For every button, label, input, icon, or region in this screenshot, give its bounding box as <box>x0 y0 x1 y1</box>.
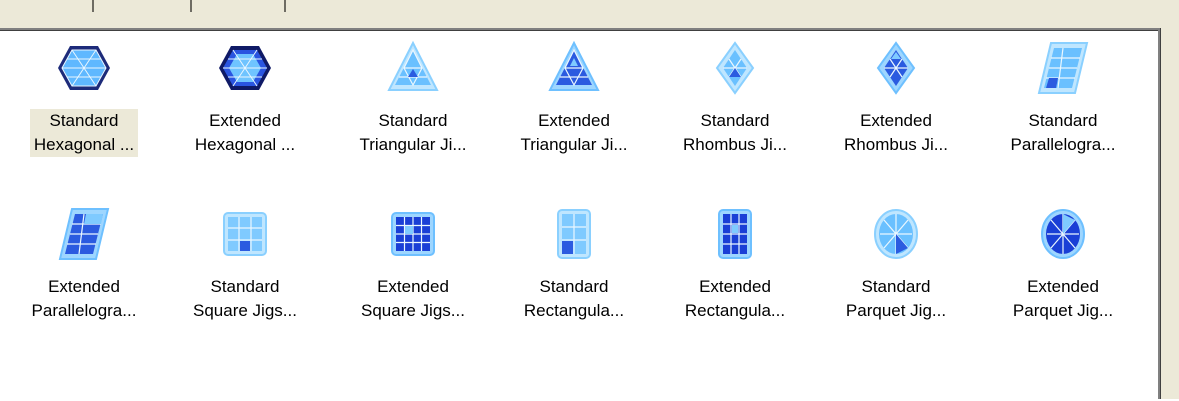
item-label: Standard Square Jigs... <box>193 277 297 320</box>
square-jigsaw-icon <box>217 206 273 262</box>
item-label: Standard Triangular Ji... <box>359 111 467 154</box>
item-label: Extended Square Jigs... <box>361 277 465 320</box>
hexagon-jigsaw-extended-icon <box>217 40 273 96</box>
jigsaw-type-list: Standard Hexagonal ... Extended Hexagonal … <box>0 40 1158 370</box>
item-label: Extended Parallelogra... <box>31 277 137 320</box>
item-label: Extended Parquet Jig... <box>1012 277 1114 320</box>
item-label: Standard Rectangula... <box>523 277 625 320</box>
item-label: Standard Rhombus Ji... <box>683 111 787 154</box>
triangle-jigsaw-extended-icon <box>546 40 602 96</box>
square-jigsaw-extended-icon <box>385 206 441 262</box>
list-item[interactable]: Standard Rectangula... <box>494 206 654 336</box>
list-item[interactable]: Extended Parquet Jig... <box>983 206 1143 336</box>
list-item[interactable]: Standard Square Jigs... <box>165 206 325 336</box>
tab-2[interactable] <box>190 0 192 12</box>
rhombus-jigsaw-extended-icon <box>868 40 924 96</box>
parquet-jigsaw-icon <box>868 206 924 262</box>
hexagon-jigsaw-icon <box>56 40 112 96</box>
tab-1[interactable] <box>92 0 94 12</box>
rhombus-jigsaw-icon <box>707 40 763 96</box>
item-label: Extended Rhombus Ji... <box>844 111 948 154</box>
list-item[interactable]: Extended Rectangula... <box>655 206 815 336</box>
item-label: Extended Triangular Ji... <box>520 111 628 154</box>
parquet-jigsaw-extended-icon <box>1035 206 1091 262</box>
item-label: Standard Parallelogra... <box>1010 111 1116 154</box>
list-item[interactable]: Standard Hexagonal ... <box>4 40 164 170</box>
panel-right-edge <box>1158 28 1179 399</box>
list-item[interactable]: Extended Square Jigs... <box>333 206 493 336</box>
list-item[interactable]: Extended Hexagonal ... <box>165 40 325 170</box>
item-label: Standard Parquet Jig... <box>845 277 947 320</box>
list-item[interactable]: Standard Triangular Ji... <box>333 40 493 170</box>
list-item[interactable]: Extended Rhombus Ji... <box>816 40 976 170</box>
item-label: Extended Hexagonal ... <box>194 111 296 154</box>
parallelogram-jigsaw-icon <box>1035 40 1091 96</box>
rectangle-jigsaw-extended-icon <box>707 206 763 262</box>
tab-strip <box>0 0 1179 28</box>
triangle-jigsaw-icon <box>385 40 441 96</box>
list-item[interactable]: Standard Parquet Jig... <box>816 206 976 336</box>
list-item[interactable]: Extended Parallelogra... <box>4 206 164 336</box>
parallelogram-jigsaw-extended-icon <box>56 206 112 262</box>
list-item[interactable]: Standard Parallelogra... <box>983 40 1143 170</box>
tab-3[interactable] <box>284 0 286 12</box>
item-label: Extended Rectangula... <box>684 277 786 320</box>
rectangle-jigsaw-icon <box>546 206 602 262</box>
list-item[interactable]: Standard Rhombus Ji... <box>655 40 815 170</box>
list-item[interactable]: Extended Triangular Ji... <box>494 40 654 170</box>
item-label: Standard Hexagonal ... <box>29 109 139 157</box>
